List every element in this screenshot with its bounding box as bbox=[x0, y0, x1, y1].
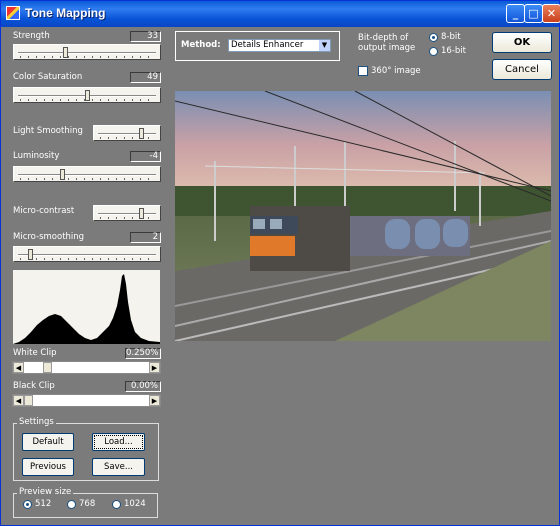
method-select-value: Details Enhancer bbox=[231, 40, 304, 50]
light-smoothing-slider-thumb[interactable] bbox=[139, 128, 144, 139]
tone-mapping-window: Tone Mapping _ □ ✕ Strength 33 Color Sat… bbox=[0, 0, 560, 526]
method-label: Method: bbox=[181, 40, 221, 50]
strength-value[interactable]: 33 bbox=[130, 31, 161, 42]
black-clip-label: Black Clip bbox=[13, 381, 55, 391]
white-clip-scrollbar[interactable]: ◀ ▶ bbox=[12, 361, 161, 374]
bit-depth-label-line2: output image bbox=[358, 43, 416, 53]
luminosity-value[interactable]: -4 bbox=[130, 151, 161, 162]
minimize-icon[interactable]: _ bbox=[506, 4, 525, 23]
micro-contrast-slider-thumb[interactable] bbox=[139, 208, 144, 219]
bit-depth-label-line1: Bit-depth of bbox=[358, 33, 409, 43]
strength-slider-thumb[interactable] bbox=[63, 47, 68, 58]
micro-smoothing-label: Micro-smoothing bbox=[13, 232, 85, 242]
default-button[interactable]: Default bbox=[22, 433, 74, 451]
micro-smoothing-value[interactable]: 2 bbox=[130, 232, 161, 243]
previous-button[interactable]: Previous bbox=[22, 458, 74, 476]
maximize-icon[interactable]: □ bbox=[524, 4, 543, 23]
preview-1024-radio[interactable] bbox=[112, 500, 121, 509]
scroll-right-icon[interactable]: ▶ bbox=[149, 395, 160, 406]
histogram bbox=[13, 270, 160, 344]
light-smoothing-slider[interactable] bbox=[93, 125, 161, 141]
micro-contrast-slider[interactable] bbox=[93, 205, 161, 221]
load-button[interactable]: Load... bbox=[92, 433, 145, 451]
preview-768-radio[interactable] bbox=[67, 500, 76, 509]
method-select[interactable]: Details Enhancer ▼ bbox=[228, 39, 331, 52]
window-title: Tone Mapping bbox=[25, 6, 106, 20]
strength-slider[interactable] bbox=[13, 44, 161, 60]
luminosity-label: Luminosity bbox=[13, 151, 60, 161]
color-saturation-value[interactable]: 49 bbox=[130, 72, 161, 83]
white-clip-value[interactable]: 0.250% bbox=[125, 348, 161, 359]
strength-label: Strength bbox=[13, 31, 50, 41]
color-saturation-slider[interactable] bbox=[13, 87, 161, 103]
white-clip-label: White Clip bbox=[13, 348, 57, 358]
micro-smoothing-slider[interactable] bbox=[13, 246, 161, 262]
color-saturation-slider-thumb[interactable] bbox=[85, 90, 90, 101]
histogram-plot bbox=[13, 274, 160, 344]
micro-contrast-label: Micro-contrast bbox=[13, 206, 75, 216]
image-360-label: 360° image bbox=[371, 66, 421, 76]
black-clip-value[interactable]: 0.00% bbox=[125, 381, 161, 392]
ok-button[interactable]: OK bbox=[492, 32, 552, 53]
cancel-button[interactable]: Cancel bbox=[492, 59, 552, 80]
save-button[interactable]: Save... bbox=[92, 458, 145, 476]
luminosity-slider[interactable] bbox=[13, 166, 161, 182]
bit-depth-8-radio[interactable] bbox=[429, 33, 438, 42]
black-clip-scrollbar[interactable]: ◀ ▶ bbox=[12, 394, 161, 407]
scroll-right-icon[interactable]: ▶ bbox=[149, 362, 160, 373]
image-360-checkbox[interactable] bbox=[358, 66, 368, 76]
light-smoothing-label: Light Smoothing bbox=[13, 126, 83, 136]
bit-depth-16-radio[interactable] bbox=[429, 47, 438, 56]
bit-depth-8-label: 8-bit bbox=[441, 32, 461, 42]
chevron-down-icon[interactable]: ▼ bbox=[319, 40, 330, 51]
preview-512-label: 512 bbox=[35, 499, 52, 509]
preview-768-label: 768 bbox=[79, 499, 96, 509]
preview-1024-label: 1024 bbox=[124, 499, 146, 509]
preview-size-title: Preview size bbox=[17, 487, 74, 497]
preview-image bbox=[175, 91, 551, 341]
white-clip-thumb[interactable] bbox=[43, 362, 52, 373]
black-clip-thumb[interactable] bbox=[24, 395, 33, 406]
scroll-left-icon[interactable]: ◀ bbox=[13, 362, 24, 373]
color-saturation-label: Color Saturation bbox=[13, 72, 83, 82]
app-icon bbox=[6, 6, 20, 20]
luminosity-slider-thumb[interactable] bbox=[60, 169, 65, 180]
close-icon[interactable]: ✕ bbox=[542, 4, 560, 23]
preview-512-radio[interactable] bbox=[23, 500, 32, 509]
scroll-left-icon[interactable]: ◀ bbox=[13, 395, 24, 406]
title-bar[interactable]: Tone Mapping _ □ ✕ bbox=[1, 1, 560, 27]
settings-group-title: Settings bbox=[17, 417, 56, 427]
micro-smoothing-slider-thumb[interactable] bbox=[28, 249, 33, 260]
bit-depth-16-label: 16-bit bbox=[441, 46, 466, 56]
